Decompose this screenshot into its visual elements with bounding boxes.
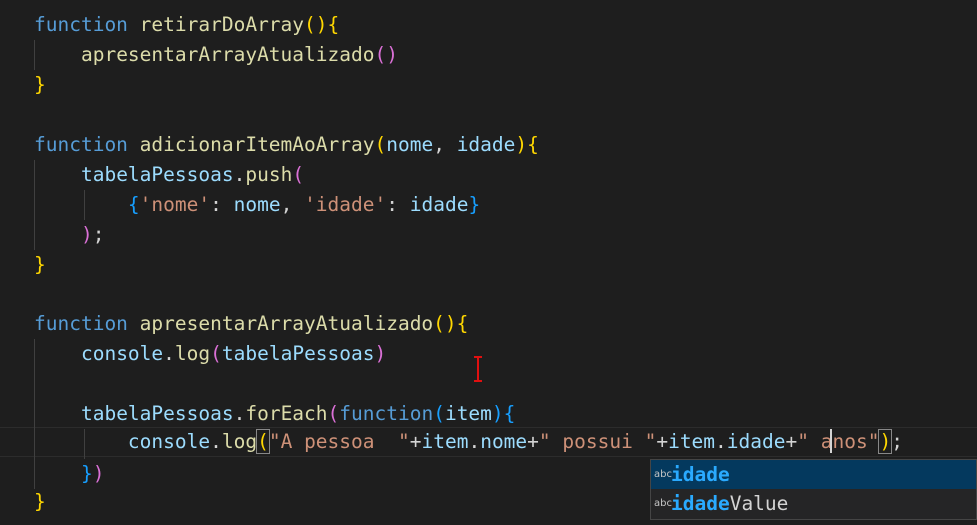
variable: tabelaPessoas [80,402,234,425]
punct: : [210,193,234,216]
method: push [245,163,293,186]
variable: console [127,430,211,453]
bracket: { [456,312,469,335]
keyword-function: function [34,13,128,36]
variable: nome [233,193,281,216]
bracket: ( [292,163,305,186]
bracket: } [468,193,481,216]
code-line-9[interactable]: } [34,250,46,280]
bracket: { [327,13,340,36]
operator: + [409,430,422,453]
bracket: } [34,73,46,96]
bracket: } [34,490,46,513]
code-line-16[interactable]: }) [34,459,105,489]
bracket: () [433,312,457,335]
bracket: ) [374,342,387,365]
bracket-match: ) [878,429,893,454]
parameter: idade [456,133,516,156]
string: " possui " [538,430,657,453]
ibeam-cursor-icon [474,356,482,382]
punct: : [386,193,410,216]
punct: . [233,402,246,425]
suggestion-rest: Value [729,492,789,515]
suggestion-item[interactable]: abc idade [651,460,976,489]
bracket: ( [210,342,222,365]
text-word-icon: abc [654,498,672,509]
code-line-17[interactable]: } [34,487,46,517]
property: idade [726,430,786,453]
bracket: ) [92,462,105,485]
punct: . [468,430,481,453]
punct: , [280,193,305,216]
code-line-2[interactable]: apresentarArrayAtualizado() [34,40,398,70]
code-line-8[interactable]: ); [34,220,105,250]
variable: item [668,430,716,453]
code-line-15[interactable]: console.log("A pessoa "+item.nome+" poss… [34,427,903,457]
variable: item [421,430,469,453]
string: 'idade' [304,193,387,216]
function-name: retirarDoArray [139,13,305,36]
bracket: () [374,43,398,66]
suggestion-match: idade [671,492,730,515]
bracket: ( [327,402,340,425]
bracket: ) [80,223,93,246]
punct: . [233,163,246,186]
bracket: { [503,402,516,425]
keyword-function: function [34,312,128,335]
code-line-3[interactable]: } [34,70,46,100]
method: log [174,342,211,365]
suggestion-item[interactable]: abc idadeValue [651,489,976,518]
operator: + [785,430,798,453]
string: "A pessoa " [268,430,410,453]
autocomplete-widget[interactable]: abc idade abc idadeValue [650,459,977,520]
code-line-12[interactable]: console.log(tabelaPessoas) [34,339,386,369]
variable: tabelaPessoas [221,342,375,365]
keyword-function: function [34,133,128,156]
method: log [221,430,258,453]
code-line-1[interactable]: function retirarDoArray(){ [34,10,339,40]
text-word-icon: abc [654,469,672,480]
operator: + [656,430,669,453]
code-line-5[interactable]: function adicionarItemAoArray(nome, idad… [34,130,539,160]
punct: . [715,430,727,453]
bracket: ( [374,133,387,156]
bracket: } [34,253,46,276]
property: nome [480,430,528,453]
bracket: { [127,193,140,216]
code-line-6[interactable]: tabelaPessoas.push( [34,160,304,190]
variable: tabelaPessoas [80,163,234,186]
code-line-7[interactable]: {'nome': nome, 'idade': idade} [34,190,480,220]
function-name: apresentarArrayAtualizado [139,312,434,335]
bracket: } [80,462,93,485]
bracket: ) [491,402,504,425]
bracket: ) [515,133,528,156]
function-name: adicionarItemAoArray [139,133,375,156]
string: 'nome' [139,193,211,216]
variable: idade [409,193,469,216]
keyword-function: function [339,402,434,425]
parameter: item [444,402,492,425]
punct: . [163,342,175,365]
operator: + [527,430,539,453]
code-line-14[interactable]: tabelaPessoas.forEach(function(item){ [34,399,515,429]
text-cursor [830,429,832,453]
bracket-match: ( [256,429,270,454]
variable: console [80,342,164,365]
string: " anos" [797,430,880,453]
method: forEach [245,402,328,425]
function-call: apresentarArrayAtualizado [80,43,375,66]
bracket: ( [433,402,445,425]
bracket: { [527,133,539,156]
punct: ; [891,430,903,453]
punct: . [210,430,222,453]
code-line-11[interactable]: function apresentarArrayAtualizado(){ [34,309,468,339]
parameter: nome [386,133,434,156]
punct: , [433,133,457,156]
code-editor[interactable]: function retirarDoArray(){ apresentarArr… [0,0,977,525]
suggestion-match: idade [671,463,730,486]
punct: ; [92,223,105,246]
bracket: () [304,13,328,36]
